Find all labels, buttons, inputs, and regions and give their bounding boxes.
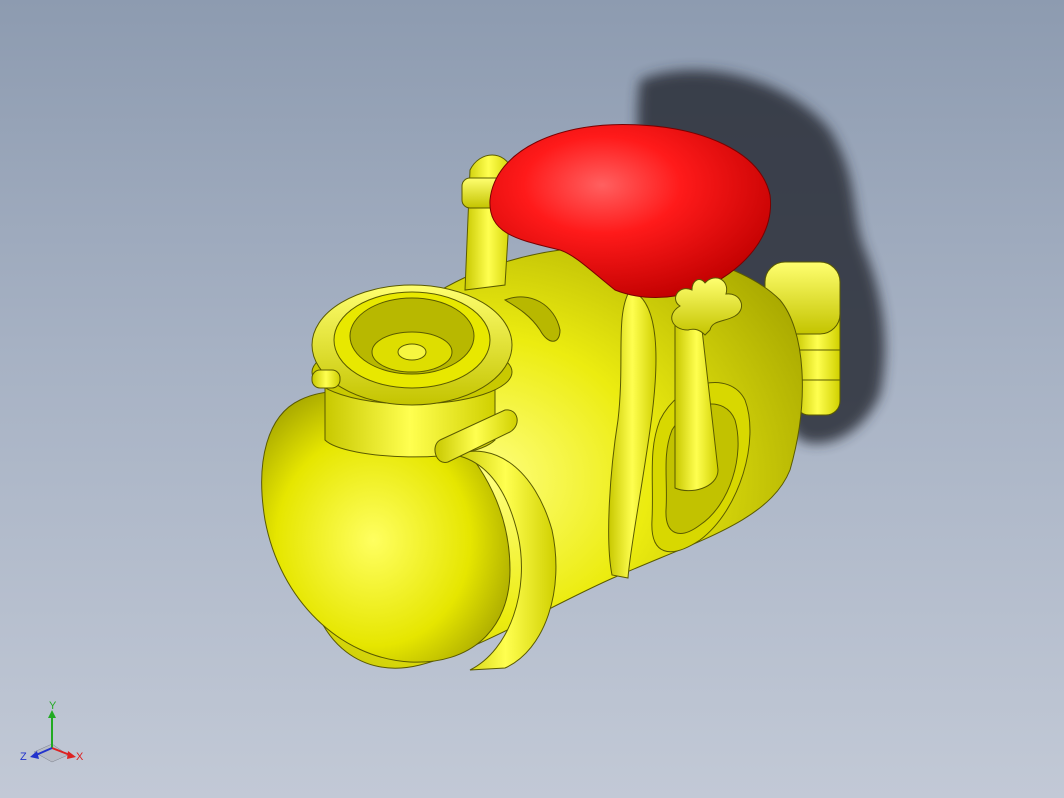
triad-x-label: X [76,751,84,763]
side-peg-left [311,369,341,389]
graphics-viewport[interactable]: Y X Z [0,0,1064,798]
triad-y-label: Y [49,700,57,712]
triad-x-arrow [67,751,76,759]
orientation-triad[interactable]: Y X Z [18,700,88,770]
model-view[interactable] [0,0,1064,798]
triad-z-label: Z [20,751,27,763]
spout-rim [311,284,513,406]
